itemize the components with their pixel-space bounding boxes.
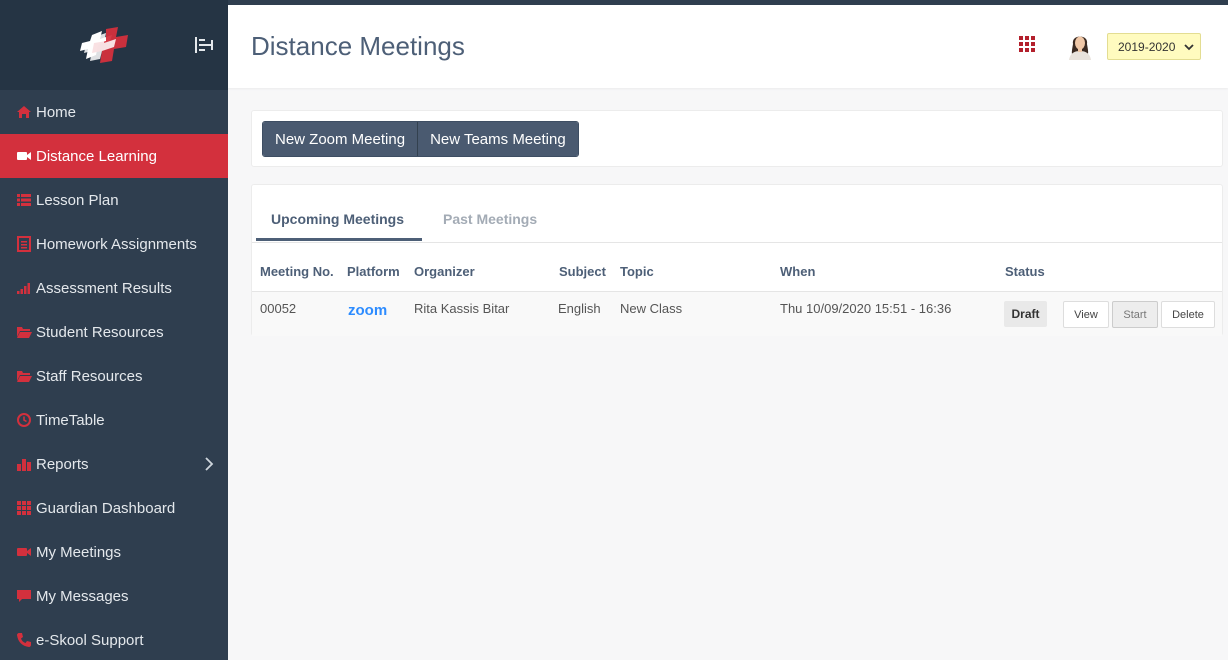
- sidebar-item-my-meetings[interactable]: My Meetings: [0, 530, 228, 574]
- new-zoom-meeting-button[interactable]: New Zoom Meeting: [263, 122, 418, 156]
- page-title: Distance Meetings: [251, 31, 465, 61]
- column-header-status: Status: [1005, 264, 1045, 279]
- apps-grid-icon[interactable]: [1019, 36, 1035, 52]
- sidebar-item-student-resources[interactable]: Student Resources: [0, 310, 228, 354]
- sidebar-item-lesson-plan[interactable]: Lesson Plan: [0, 178, 228, 222]
- start-button[interactable]: Start: [1112, 301, 1158, 328]
- sidebar-item-distance-learning[interactable]: Distance Learning: [0, 134, 228, 178]
- sidebar-item-label: Home: [36, 103, 77, 121]
- sidebar-item-eskool-support[interactable]: e-Skool Support: [0, 618, 228, 660]
- chat-bubble-icon: [16, 588, 32, 604]
- new-teams-meeting-button[interactable]: New Teams Meeting: [417, 122, 578, 156]
- sidebar-item-label: My Meetings: [36, 543, 122, 561]
- sidebar-item-label: Homework Assignments: [36, 235, 197, 253]
- column-header-subject: Subject: [559, 264, 606, 279]
- home-icon: [16, 104, 32, 120]
- user-avatar[interactable]: [1067, 30, 1093, 60]
- cell-when: Thu 10/09/2020 15:51 - 16:36: [780, 301, 952, 316]
- top-bar: Distance Meetings 2019-2020: [228, 0, 1228, 88]
- document-list-icon: [16, 236, 32, 252]
- sidebar-item-timetable[interactable]: TimeTable: [0, 398, 228, 442]
- sidebar-item-label: Staff Resources: [36, 367, 143, 385]
- sidebar-item-assessment-results[interactable]: Assessment Results: [0, 266, 228, 310]
- sidebar-header: [0, 0, 228, 90]
- view-button[interactable]: View: [1063, 301, 1109, 328]
- zoom-logo-text: zoom: [348, 303, 387, 317]
- cell-subject: English: [558, 301, 601, 316]
- chevron-right-icon: [205, 457, 214, 471]
- delete-button[interactable]: Delete: [1161, 301, 1215, 328]
- signal-bars-icon: [16, 280, 32, 296]
- sidebar-item-staff-resources[interactable]: Staff Resources: [0, 354, 228, 398]
- meetings-panel: Upcoming Meetings Past Meetings Meeting …: [251, 184, 1223, 336]
- meetings-tabs: Upcoming Meetings Past Meetings: [252, 185, 1222, 243]
- active-tab-indicator: [256, 238, 422, 241]
- sidebar-item-home[interactable]: Home: [0, 90, 228, 134]
- chevron-down-icon: [1184, 44, 1194, 51]
- video-camera-icon: [16, 544, 32, 560]
- tab-past-meetings[interactable]: Past Meetings: [443, 211, 537, 227]
- collapse-sidebar-icon[interactable]: [193, 35, 215, 55]
- folder-open-icon: [16, 324, 32, 340]
- sidebar-item-label: Assessment Results: [36, 279, 172, 297]
- academic-year-value: 2019-2020: [1118, 39, 1176, 54]
- new-meeting-button-group: New Zoom Meeting New Teams Meeting: [262, 121, 579, 157]
- zoom-logo-icon: zoom: [348, 303, 387, 317]
- column-header-organizer: Organizer: [414, 264, 475, 279]
- column-header-meeting-no: Meeting No.: [260, 264, 334, 279]
- sidebar: Home Distance Learning Lesson Plan Homew…: [0, 0, 228, 660]
- academic-year-select[interactable]: 2019-2020: [1107, 33, 1201, 60]
- sidebar-item-reports[interactable]: Reports: [0, 442, 228, 486]
- cell-organizer: Rita Kassis Bitar: [414, 301, 510, 316]
- cell-topic: New Class: [620, 301, 683, 316]
- sidebar-item-my-messages[interactable]: My Messages: [0, 574, 228, 618]
- column-header-platform: Platform: [347, 264, 400, 279]
- list-icon: [16, 192, 32, 208]
- sidebar-item-label: Student Resources: [36, 323, 164, 341]
- sidebar-item-homework-assignments[interactable]: Homework Assignments: [0, 222, 228, 266]
- sidebar-item-label: Reports: [36, 455, 89, 473]
- video-camera-icon: [16, 148, 32, 164]
- status-badge: Draft: [1004, 301, 1047, 327]
- sidebar-item-label: Distance Learning: [36, 147, 157, 165]
- sidebar-item-label: e-Skool Support: [36, 631, 144, 649]
- grid-icon: [16, 500, 32, 516]
- phone-icon: [16, 632, 32, 648]
- eskool-logo[interactable]: [78, 25, 130, 65]
- sidebar-nav: Home Distance Learning Lesson Plan Homew…: [0, 90, 228, 660]
- sidebar-item-label: TimeTable: [36, 411, 105, 429]
- sidebar-item-label: Guardian Dashboard: [36, 499, 176, 517]
- column-header-topic: Topic: [620, 264, 654, 279]
- tab-upcoming-meetings[interactable]: Upcoming Meetings: [271, 211, 404, 227]
- sidebar-item-label: Lesson Plan: [36, 191, 119, 209]
- column-header-when: When: [780, 264, 816, 279]
- folder-open-icon: [16, 368, 32, 384]
- sidebar-item-label: My Messages: [36, 587, 129, 605]
- bar-chart-icon: [16, 456, 32, 472]
- sidebar-item-guardian-dashboard[interactable]: Guardian Dashboard: [0, 486, 228, 530]
- clock-icon: [16, 412, 32, 428]
- cell-meeting-no: 00052: [260, 301, 297, 316]
- actions-panel: New Zoom Meeting New Teams Meeting: [251, 110, 1223, 167]
